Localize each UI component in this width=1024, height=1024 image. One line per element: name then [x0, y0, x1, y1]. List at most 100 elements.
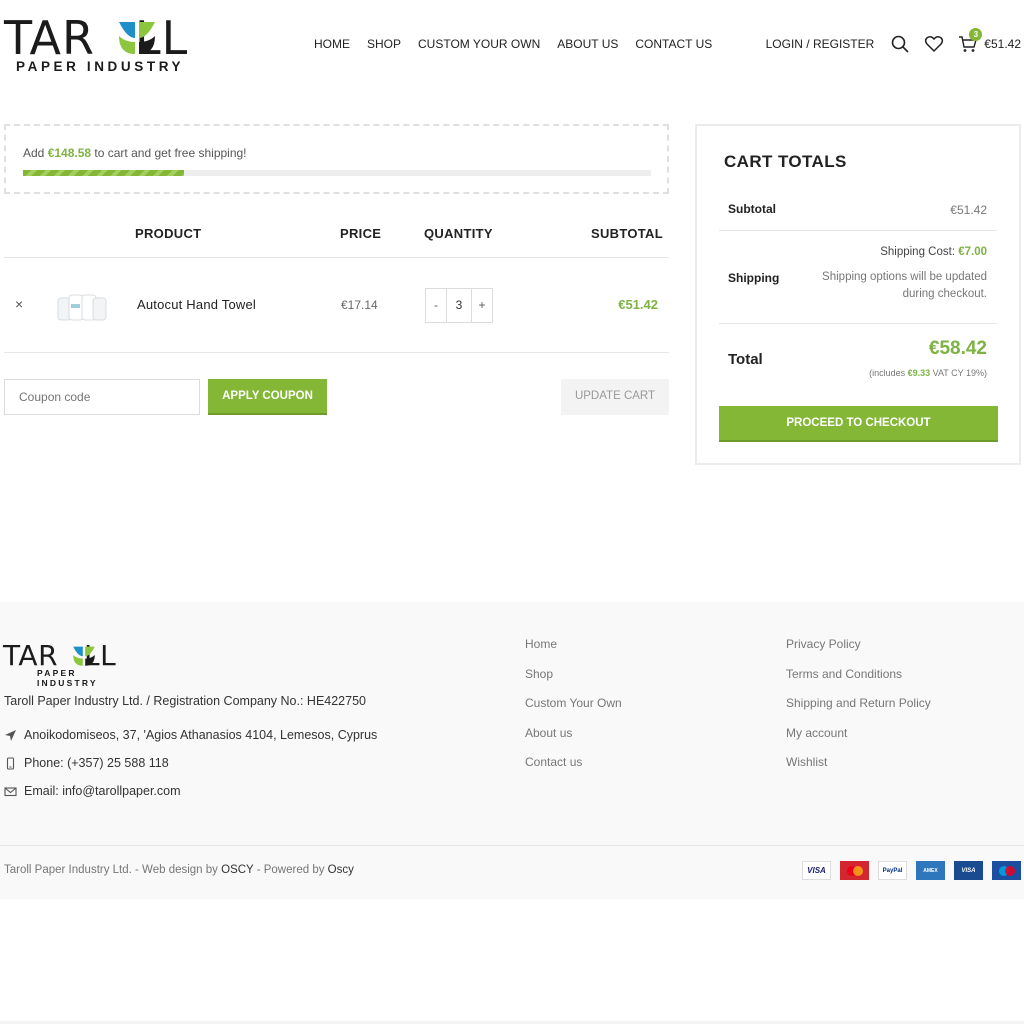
cart-total-amount: €51.42 — [984, 37, 1021, 51]
footer-logo-wordmark: TAR LL — [3, 639, 117, 672]
brand-logo[interactable]: TAR LL PAPER INDUSTRY — [4, 14, 220, 76]
update-cart-button[interactable]: UPDATE CART — [561, 379, 669, 415]
total-label: Total — [728, 351, 763, 368]
main-nav: HOME SHOP CUSTOM YOUR OWN ABOUT US CONTA… — [314, 37, 712, 51]
nav-custom-your-own[interactable]: CUSTOM YOUR OWN — [418, 37, 540, 51]
subtotal-label: Subtotal — [728, 202, 776, 216]
product-subtotal: €51.42 — [618, 297, 658, 312]
footer-links-main: Home Shop Custom Your Own About us Conta… — [525, 637, 622, 785]
nav-shop[interactable]: SHOP — [367, 37, 401, 51]
footer-link-contact-us[interactable]: Contact us — [525, 755, 622, 785]
footer-leaf-logo-icon — [73, 646, 95, 666]
copyright-text: Taroll Paper Industry Ltd. - Web design … — [4, 864, 354, 876]
footer-link-home[interactable]: Home — [525, 637, 622, 667]
company-registration: Taroll Paper Industry Ltd. / Registratio… — [4, 694, 366, 708]
footer-links-policies: Privacy Policy Terms and Conditions Ship… — [786, 637, 931, 785]
shipping-cost-label: Shipping Cost: — [880, 246, 959, 258]
search-icon[interactable] — [890, 34, 910, 54]
logo-tagline: PAPER INDUSTRY — [16, 59, 185, 74]
copyright-mid: - Powered by — [253, 864, 328, 876]
shipping-cost: Shipping Cost: €7.00 — [880, 246, 987, 258]
footer-link-shipping-return[interactable]: Shipping and Return Policy — [786, 696, 931, 726]
leaf-logo-icon — [119, 22, 155, 54]
nav-contact-us[interactable]: CONTACT US — [635, 37, 712, 51]
vat-suffix: VAT CY 19%) — [930, 368, 987, 378]
copyright-prefix: Taroll Paper Industry Ltd. - Web design … — [4, 864, 222, 876]
footer-address: Anoikodomiseos, 37, 'Agios Athanasios 41… — [4, 728, 377, 742]
table-header-divider — [4, 257, 669, 258]
shipping-note: Shipping options will be updated during … — [822, 271, 987, 300]
address-text: Anoikodomiseos, 37, 'Agios Athanasios 41… — [24, 728, 378, 742]
quantity-decrease-button[interactable]: - — [426, 289, 446, 322]
footer-logo[interactable]: TAR LL PAPER INDUSTRY — [3, 639, 133, 689]
payment-methods: VISA PayPal AMEX VISA — [802, 861, 1021, 880]
coupon-code-input[interactable] — [4, 379, 200, 415]
site-footer: TAR LL PAPER INDUSTRY Taroll Paper Indust… — [0, 602, 1024, 899]
footer-link-privacy-policy[interactable]: Privacy Policy — [786, 637, 931, 667]
footer-link-shop[interactable]: Shop — [525, 667, 622, 697]
web-design-link[interactable]: OSCY — [221, 864, 253, 876]
site-header: TAR LL PAPER INDUSTRY HOME SHOP CUSTOM YO… — [0, 0, 1024, 90]
apply-coupon-button[interactable]: APPLY COUPON — [208, 379, 327, 415]
free-shipping-suffix: to cart and get free shipping! — [91, 146, 247, 160]
product-price: €17.14 — [341, 298, 378, 312]
col-header-product: PRODUCT — [135, 226, 202, 241]
vat-prefix: (includes — [869, 368, 908, 378]
col-header-price: PRICE — [340, 226, 382, 241]
free-shipping-amount: €148.58 — [47, 146, 92, 160]
login-register-link[interactable]: LOGIN / REGISTER — [766, 37, 875, 51]
quantity-stepper: - 3 + — [425, 288, 493, 323]
footer-link-wishlist[interactable]: Wishlist — [786, 755, 931, 785]
maestro-icon — [992, 861, 1021, 880]
location-arrow-icon — [4, 729, 17, 742]
mini-cart[interactable]: 3 €51.42 — [958, 28, 1021, 54]
paypal-icon: PayPal — [878, 861, 907, 880]
free-shipping-notice: Add €148.58 to cart and get free shippin… — [4, 124, 669, 194]
footer-phone: Phone: (+357) 25 588 118 — [4, 756, 169, 770]
table-row-divider — [4, 352, 669, 353]
progress-fill — [23, 170, 185, 176]
footer-link-terms[interactable]: Terms and Conditions — [786, 667, 931, 697]
col-header-quantity: QUANTITY — [424, 226, 493, 241]
quantity-increase-button[interactable]: + — [472, 289, 492, 322]
totals-divider — [719, 323, 997, 324]
footer-divider — [0, 845, 1024, 846]
free-shipping-prefix: Add — [23, 146, 48, 160]
american-express-icon: AMEX — [916, 861, 945, 880]
visa-electron-icon: VISA — [954, 861, 983, 880]
phone-text[interactable]: Phone: (+357) 25 588 118 — [24, 756, 169, 770]
powered-by-link[interactable]: Oscy — [328, 864, 354, 876]
mastercard-icon — [840, 861, 869, 880]
email-text[interactable]: Email: info@tarollpaper.com — [24, 784, 181, 798]
product-thumbnail[interactable] — [55, 290, 109, 324]
total-value: €58.42 — [928, 338, 987, 359]
product-name-link[interactable]: Autocut Hand Towel — [137, 297, 256, 312]
envelope-icon — [4, 785, 17, 798]
remove-item-button[interactable]: × — [15, 296, 23, 312]
phone-icon — [4, 756, 17, 770]
shipping-label: Shipping — [728, 271, 780, 285]
proceed-to-checkout-button[interactable]: PROCEED TO CHECKOUT — [719, 406, 998, 442]
nav-home[interactable]: HOME — [314, 37, 350, 51]
cart-totals-panel: CART TOTALS Subtotal €51.42 Shipping Cos… — [695, 124, 1021, 465]
free-shipping-message: Add €148.58 to cart and get free shippin… — [23, 146, 247, 160]
footer-logo-tagline: PAPER INDUSTRY — [37, 668, 98, 688]
nav-about-us[interactable]: ABOUT US — [557, 37, 618, 51]
footer-link-about-us[interactable]: About us — [525, 726, 622, 756]
vat-amount: €9.33 — [907, 368, 931, 378]
vat-note: (includes €9.33 VAT CY 19%) — [869, 368, 987, 378]
logo-wordmark: TAR LL — [4, 11, 189, 65]
shipping-cost-value: €7.00 — [958, 246, 987, 258]
cart-totals-title: CART TOTALS — [724, 152, 847, 171]
totals-divider — [719, 230, 997, 231]
footer-link-custom-your-own[interactable]: Custom Your Own — [525, 696, 622, 726]
wishlist-heart-icon[interactable] — [924, 34, 944, 54]
col-header-subtotal: SUBTOTAL — [591, 226, 663, 241]
subtotal-value: €51.42 — [950, 203, 987, 217]
footer-link-my-account[interactable]: My account — [786, 726, 931, 756]
cart-count-badge: 3 — [969, 28, 983, 41]
footer-email: Email: info@tarollpaper.com — [4, 784, 181, 798]
visa-card-icon: VISA — [802, 861, 831, 880]
quantity-input[interactable]: 3 — [446, 289, 472, 322]
free-shipping-progress-bar — [23, 170, 651, 176]
